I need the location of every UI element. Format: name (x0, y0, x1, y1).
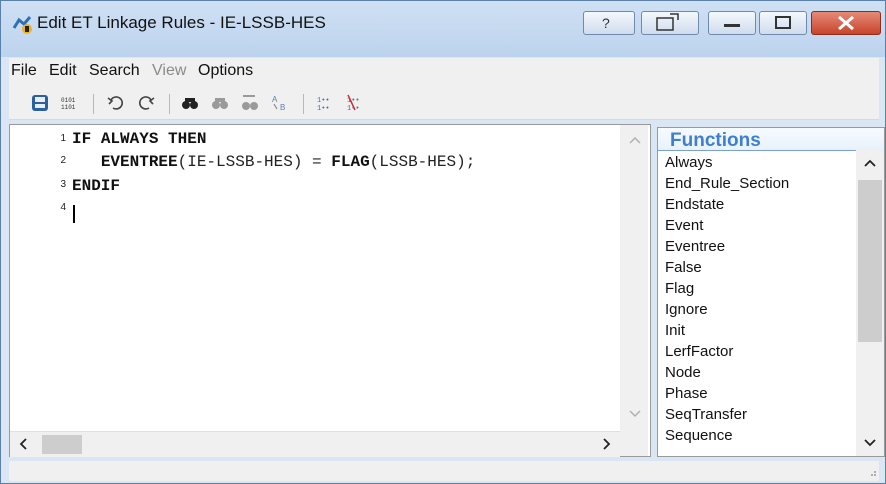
scroll-up-icon[interactable] (629, 135, 641, 145)
code-line-1: IF ALWAYS THEN (72, 130, 206, 152)
toolbar-separator (303, 94, 304, 114)
code-line-2: EVENTREE(IE-LSSB-HES) = FLAG(LSSB-HES); (72, 153, 475, 175)
editor-horizontal-scrollbar[interactable] (10, 431, 620, 457)
maximize-icon (775, 16, 791, 29)
minimize-icon (724, 24, 740, 27)
svg-text:1101: 1101 (61, 104, 76, 111)
functions-title: Functions (670, 130, 761, 151)
function-item[interactable]: End_Rule_Section (665, 175, 789, 196)
delete-icon[interactable]: 1••1•• (345, 92, 367, 114)
dock-icon (656, 13, 679, 31)
toolbar-separator (169, 94, 170, 114)
line-number-gutter: 1 2 3 4 (10, 125, 72, 431)
toolbar-separator (93, 94, 94, 114)
keyword-if: IF (72, 130, 92, 148)
save-icon[interactable] (29, 92, 51, 114)
functions-scroll-thumb[interactable] (858, 180, 882, 342)
svg-text:0101: 0101 (61, 97, 76, 104)
insert-icon[interactable]: 1••1•• (315, 92, 337, 114)
line-number: 4 (60, 202, 66, 213)
function-item[interactable]: SeqTransfer (665, 406, 747, 427)
function-item[interactable]: Flag (665, 280, 694, 301)
keyword-always: ALWAYS (100, 130, 159, 148)
line-number: 1 (60, 133, 66, 144)
function-item[interactable]: Phase (665, 385, 708, 406)
scroll-down-icon[interactable] (864, 438, 876, 448)
close-icon (838, 15, 854, 31)
menu-bar: File Edit Search View Options (9, 58, 879, 86)
toolbar: 0101 1101 AB 1•• 1•• 1•• 1•• (9, 86, 879, 120)
title-bar[interactable]: Edit ET Linkage Rules - IE-LSSB-HES ? (1, 1, 885, 57)
minimize-button[interactable] (708, 11, 756, 35)
function-item[interactable]: Sequence (665, 427, 733, 448)
text-cursor (73, 205, 75, 223)
scrollbar-corner (620, 431, 648, 456)
scroll-down-icon[interactable] (629, 409, 641, 419)
find-next-icon[interactable] (209, 92, 231, 114)
find-icon[interactable] (179, 92, 201, 114)
code-text-area[interactable]: IF ALWAYS THEN EVENTREE(IE-LSSB-HES) = F… (72, 125, 620, 431)
menu-file[interactable]: File (11, 62, 37, 80)
menu-options[interactable]: Options (198, 62, 253, 80)
argument-eventree: (IE-LSSB-HES) (177, 153, 303, 171)
operator-equals: = (302, 153, 332, 171)
functions-header: Functions (658, 128, 884, 151)
dock-button[interactable] (641, 11, 699, 35)
function-item[interactable]: Node (665, 364, 701, 385)
editor-vertical-scrollbar[interactable] (620, 125, 648, 431)
function-item[interactable]: False (665, 259, 702, 280)
close-button[interactable] (811, 11, 881, 35)
window-title: Edit ET Linkage Rules - IE-LSSB-HES (37, 13, 326, 32)
functions-panel: Functions Always End_Rule_Section Endsta… (657, 127, 885, 457)
scroll-right-icon[interactable] (602, 438, 612, 450)
resize-grip-icon[interactable] (867, 467, 877, 477)
functions-scrollbar[interactable] (856, 150, 884, 456)
function-item[interactable]: Event (665, 217, 703, 238)
help-icon: ? (602, 15, 610, 31)
svg-text:A: A (272, 95, 278, 104)
redo-icon[interactable] (135, 92, 157, 114)
function-item[interactable]: Init (665, 322, 685, 343)
keyword-then: THEN (168, 130, 207, 148)
rule-editor[interactable]: 1 2 3 4 IF ALWAYS THEN EVENTREE(IE-LSSB-… (9, 124, 651, 457)
line-number: 2 (60, 155, 66, 166)
editor-window: Edit ET Linkage Rules - IE-LSSB-HES ? Fi… (0, 0, 886, 484)
undo-icon[interactable] (105, 92, 127, 114)
svg-text:1••: 1•• (317, 105, 330, 113)
replace-icon[interactable] (239, 92, 261, 114)
scroll-left-icon[interactable] (18, 438, 28, 450)
svg-text:B: B (280, 103, 285, 112)
argument-flag: (LSSB-HES); (369, 153, 476, 171)
svg-text:1••: 1•• (317, 97, 330, 105)
keyword-endif: ENDIF (72, 177, 121, 195)
replace-all-icon[interactable]: AB (269, 92, 291, 114)
horizontal-scroll-thumb[interactable] (42, 435, 82, 454)
menu-view[interactable]: View (152, 62, 186, 80)
status-bar (9, 461, 879, 481)
menu-edit[interactable]: Edit (49, 62, 77, 80)
code-line-3: ENDIF (72, 177, 120, 199)
menu-search[interactable]: Search (89, 62, 140, 80)
svg-text:?: ? (602, 15, 610, 31)
app-icon (12, 16, 32, 34)
scroll-up-icon[interactable] (864, 158, 876, 168)
function-item[interactable]: Ignore (665, 301, 708, 322)
function-item[interactable]: Always (665, 154, 713, 175)
function-eventree: EVENTREE (100, 153, 178, 171)
compile-icon[interactable]: 0101 1101 (59, 92, 81, 114)
maximize-button[interactable] (759, 11, 807, 35)
help-button[interactable]: ? (583, 11, 635, 35)
line-number: 3 (60, 179, 66, 190)
function-flag: FLAG (331, 153, 370, 171)
function-item[interactable]: Eventree (665, 238, 725, 259)
function-item[interactable]: Endstate (665, 196, 724, 217)
function-item[interactable]: LerfFactor (665, 343, 733, 364)
